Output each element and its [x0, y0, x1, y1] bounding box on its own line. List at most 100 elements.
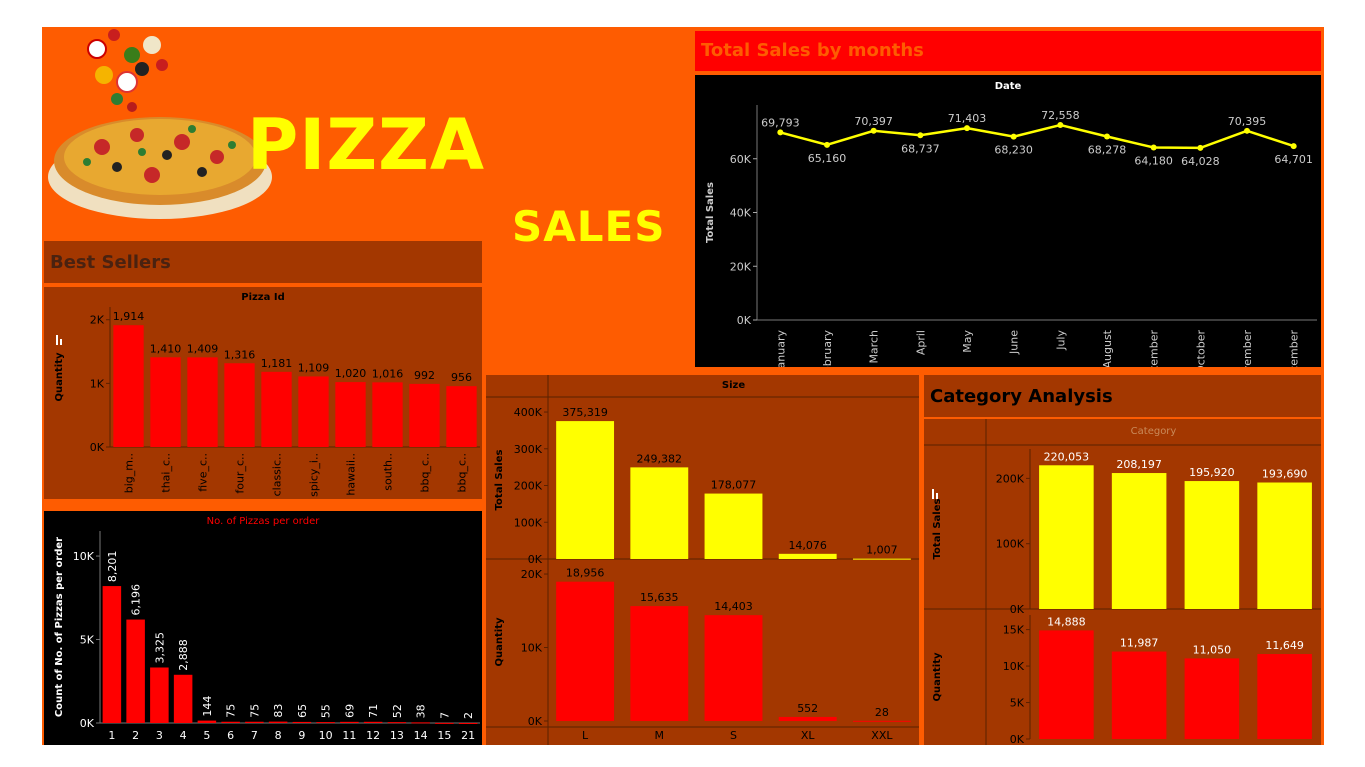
per_order-x-tick-label: 21 — [461, 729, 475, 742]
size_sales-y-tick-label: 100K — [514, 516, 543, 529]
best_sellers-bar — [187, 357, 218, 447]
best-sellers-bar-chart: 0K 1K 2K Quantity 1,914 big_m.. 1,410 thai_c.. 1… — [54, 307, 480, 497]
cat_sales-y-tick-label: 200K — [996, 472, 1025, 485]
monthly-point — [1197, 144, 1204, 151]
best_sellers-bar — [335, 382, 366, 447]
best_sellers-data-label: 1,410 — [150, 342, 182, 355]
monthly-panel: Date 0K 20K 40K 60K Total Sales 69,793 January… — [695, 75, 1321, 367]
cat_qty-y-tick-label: 5K — [1010, 697, 1025, 710]
per_order-x-tick-label: 3 — [156, 729, 163, 742]
cat_sales-data-label: 193,690 — [1262, 468, 1308, 481]
cat_qty-data-label: 11,050 — [1193, 643, 1232, 656]
best_sellers-data-label: 1,020 — [335, 367, 367, 380]
cat_qty-bar — [1257, 654, 1312, 739]
category-header: Category Analysis — [924, 375, 1321, 417]
per_order-x-tick-label: 6 — [227, 729, 234, 742]
per_order-x-tick-label: 15 — [437, 729, 451, 742]
monthly-header-title: Total Sales by months — [701, 40, 924, 61]
cat_qty-data-label: 11,987 — [1120, 637, 1159, 650]
per_order-x-tick-label: 2 — [132, 729, 139, 742]
best_sellers-data-label: 992 — [414, 369, 435, 382]
best_sellers-x-tick-label: big_m.. — [123, 453, 136, 493]
per_order-data-label: 65 — [296, 704, 309, 718]
monthly-point — [824, 141, 830, 148]
per_order-x-tick-label: 14 — [414, 729, 428, 742]
monthly-x-tick-label: January — [774, 330, 787, 367]
monthly-x-tick-label: September — [1148, 330, 1161, 367]
per_order-data-label: 2,888 — [177, 639, 190, 671]
best-sellers-sort-icon — [60, 339, 62, 345]
monthly-x-tick-label: October — [1194, 330, 1207, 367]
best-sellers-sort-icon — [56, 335, 58, 345]
best_sellers-bar — [446, 386, 477, 447]
monthly-x-tick-label: June — [1008, 330, 1021, 355]
title-sales: SALES — [512, 202, 666, 251]
size_qty-bar — [852, 720, 911, 722]
per_order-bar — [340, 721, 359, 723]
best_sellers-data-label: 1,109 — [298, 361, 330, 374]
size_qty-bar — [556, 581, 615, 721]
best_sellers-y-tick-label: 2K — [90, 314, 105, 327]
monthly-data-label: 68,230 — [994, 144, 1033, 157]
category-sort-icon — [932, 489, 934, 499]
per_order-data-label: 71 — [367, 704, 380, 718]
per_order-data-label: 75 — [225, 704, 238, 718]
per_order-bar — [126, 619, 145, 723]
per_order-x-tick-label: 12 — [366, 729, 380, 742]
monthly-point — [1057, 122, 1064, 129]
size_sales-y-tick-label: 200K — [514, 480, 543, 493]
per_order-bar — [411, 722, 430, 724]
per_order-bar — [221, 721, 240, 723]
size_qty-x-tick-label: XXL — [871, 729, 893, 742]
best_sellers-x-tick-label: hawaii.. — [345, 453, 358, 496]
per_order-data-label: 52 — [391, 704, 404, 718]
per_order-y-tick-label: 10K — [73, 550, 95, 563]
per_order-data-label: 69 — [343, 704, 356, 718]
monthly-x-tick-label: December — [1288, 330, 1301, 367]
best_sellers-data-label: 956 — [451, 371, 472, 384]
size_qty-x-tick-label: L — [582, 729, 589, 742]
size_sales-bar — [704, 493, 763, 559]
size_qty-y-tick-label: 20K — [521, 568, 543, 581]
category-bar-charts: 0K 100K 200K Total Sales 220,053 208,197 195,9… — [924, 419, 1321, 745]
monthly-point — [1290, 143, 1297, 150]
monthly-series-line — [780, 123, 1295, 150]
monthly-x-tick-label: April — [914, 330, 927, 355]
monthly-point — [1244, 127, 1250, 134]
per_order-x-tick-label: 11 — [342, 729, 356, 742]
cat_qty-bar — [1184, 658, 1240, 739]
size_sales-bar — [630, 467, 689, 559]
size_sales-data-label: 249,382 — [637, 452, 683, 465]
best_sellers-x-tick-label: four_c.. — [234, 453, 247, 494]
best-sellers-panel: Pizza Id 0K 1K 2K Quantity 1,914 big_m.. 1,410… — [44, 287, 482, 499]
cat_sales-data-label: 195,920 — [1189, 466, 1235, 479]
cat_qty-y-tick-label: 10K — [1003, 660, 1025, 673]
size_qty-x-tick-label: S — [730, 729, 737, 742]
cat_sales-bar — [1039, 465, 1094, 609]
per_order-bar — [387, 722, 407, 724]
monthly-data-label: 64,701 — [1274, 153, 1313, 166]
best_sellers-data-label: 1,316 — [224, 348, 256, 361]
per_order-bar — [458, 722, 478, 724]
cat_qty-bar — [1111, 651, 1167, 739]
size_sales-bar — [778, 553, 837, 559]
cat_sales-y-tick-label: 0K — [1010, 603, 1025, 616]
best_sellers-x-tick-label: south.. — [382, 453, 395, 491]
best_sellers-bar — [261, 371, 292, 447]
best_sellers-bar — [372, 382, 403, 447]
monthly-data-label: 71,403 — [948, 112, 987, 125]
size_qty-bar — [630, 606, 689, 721]
best-sellers-title: Best Sellers — [50, 252, 171, 273]
cat_qty-y-tick-label: 0K — [1010, 733, 1025, 745]
per_order-bar — [150, 667, 169, 723]
per_order-data-label: 3,325 — [153, 632, 166, 664]
cat_qty-y-axis-label: Quantity — [932, 652, 943, 701]
monthly-data-label: 70,397 — [854, 115, 893, 128]
per-order-panel: No. of Pizzas per order 0K 5K 10K Count of … — [44, 511, 482, 745]
best_sellers-bar — [409, 383, 440, 447]
cat_sales-y-tick-label: 100K — [996, 538, 1025, 551]
per_order-bar — [197, 720, 217, 723]
size-bar-charts: 0K 100K 200K 300K 400K Total Sales 375,319 249,… — [486, 375, 919, 745]
title-pizza: PIZZA — [247, 104, 486, 186]
monthly-x-tick-label: July — [1054, 330, 1067, 351]
